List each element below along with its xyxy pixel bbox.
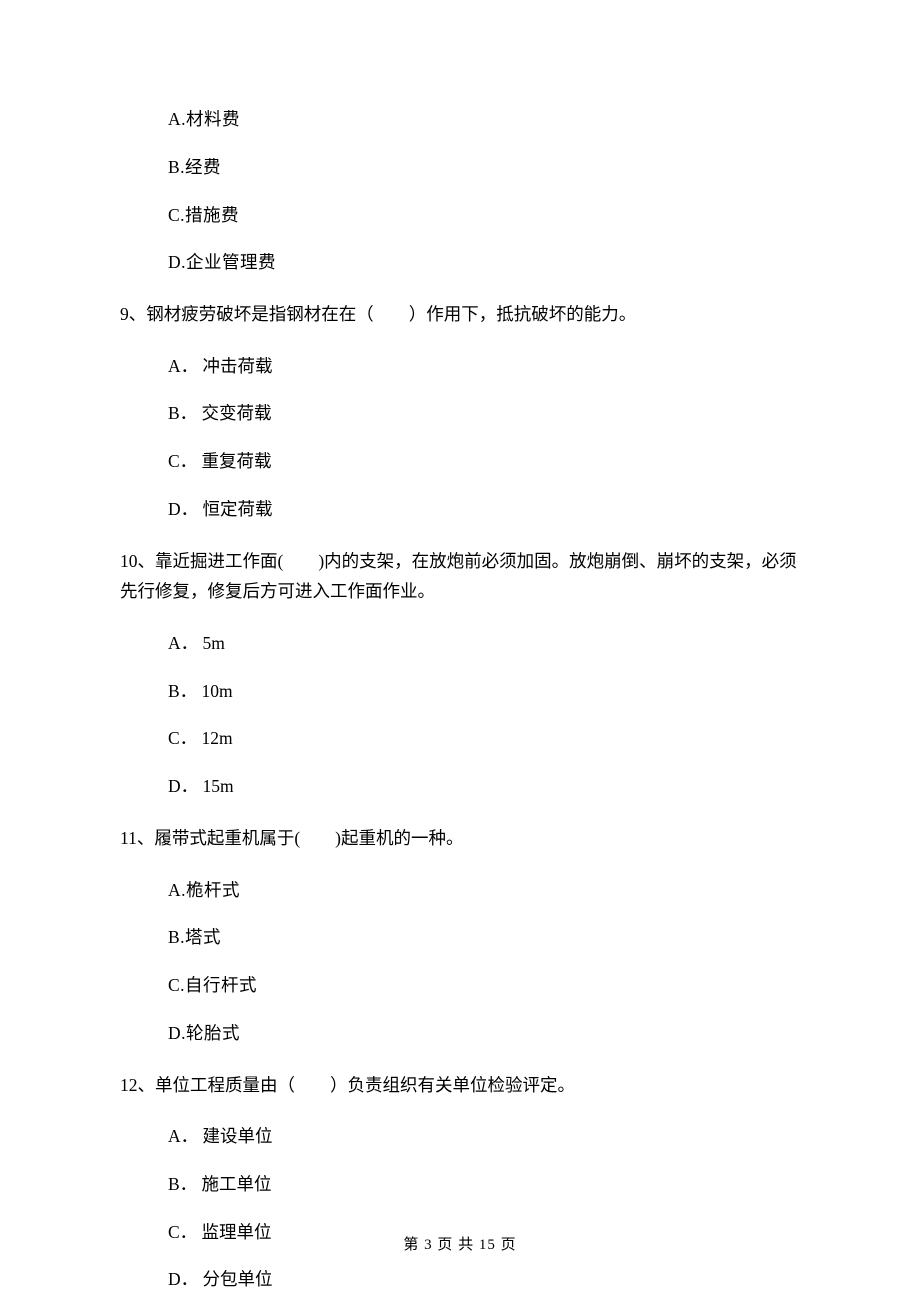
option-b: B.经费 (168, 156, 800, 179)
option-a: A． 5m (168, 632, 800, 655)
page: A.材料费 B.经费 C.措施费 D.企业管理费 9、钢材疲劳破坏是指钢材在在（… (0, 0, 920, 1302)
option-d: D.企业管理费 (168, 251, 800, 274)
question-11-options: A.桅杆式 B.塔式 C.自行杆式 D.轮胎式 (120, 879, 800, 1045)
question-9-options: A． 冲击荷载 B． 交变荷载 C． 重复荷载 D． 恒定荷载 (120, 355, 800, 521)
option-c: C． 12m (168, 727, 800, 750)
option-a: A． 建设单位 (168, 1125, 800, 1148)
option-b: B． 交变荷载 (168, 402, 800, 425)
option-d: D． 15m (168, 775, 800, 798)
option-c: C． 重复荷载 (168, 450, 800, 473)
option-b: B． 施工单位 (168, 1173, 800, 1196)
question-9-stem: 9、钢材疲劳破坏是指钢材在在（ ）作用下，抵抗破坏的能力。 (120, 299, 800, 330)
option-a: A.材料费 (168, 108, 800, 131)
option-c: C.措施费 (168, 204, 800, 227)
option-b: B． 10m (168, 680, 800, 703)
question-10-options: A． 5m B． 10m C． 12m D． 15m (120, 632, 800, 798)
option-a: A． 冲击荷载 (168, 355, 800, 378)
option-d: D． 恒定荷载 (168, 498, 800, 521)
page-footer: 第 3 页 共 15 页 (0, 1233, 920, 1254)
option-d: D.轮胎式 (168, 1022, 800, 1045)
question-11-stem: 11、履带式起重机属于( )起重机的一种。 (120, 823, 800, 854)
question-12-stem: 12、单位工程质量由（ ）负责组织有关单位检验评定。 (120, 1070, 800, 1101)
prev-question-options: A.材料费 B.经费 C.措施费 D.企业管理费 (120, 108, 800, 274)
option-b: B.塔式 (168, 926, 800, 949)
option-d: D． 分包单位 (168, 1268, 800, 1291)
option-c: C.自行杆式 (168, 974, 800, 997)
question-10-stem: 10、靠近掘进工作面( )内的支架，在放炮前必须加固。放炮崩倒、崩坏的支架，必须… (120, 546, 800, 607)
option-a: A.桅杆式 (168, 879, 800, 902)
question-12-options: A． 建设单位 B． 施工单位 C． 监理单位 D． 分包单位 (120, 1125, 800, 1291)
